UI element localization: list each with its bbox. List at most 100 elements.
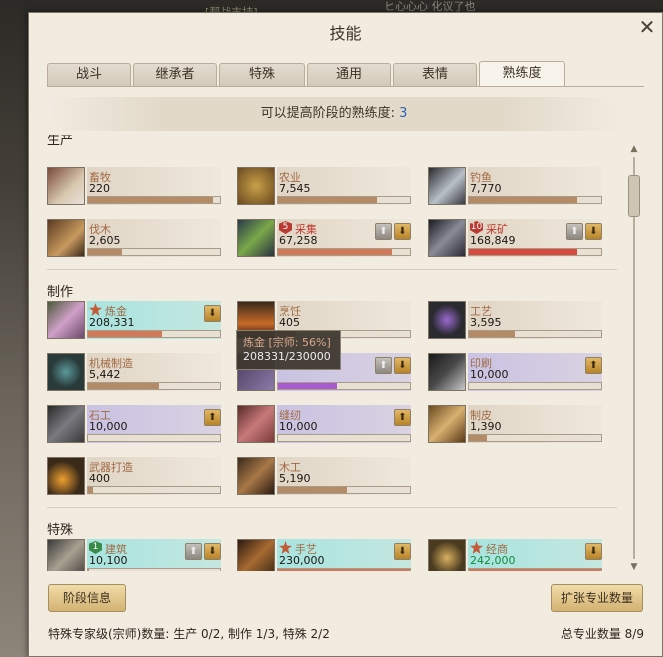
up-arrow-button[interactable]: ⬆ [394, 409, 411, 426]
down-arrow-button[interactable]: ⬇ [585, 223, 602, 240]
skill-animal-husbandry[interactable]: 畜牧 220 [47, 167, 223, 207]
woodwork-icon [237, 457, 275, 495]
skill-alchemy[interactable]: 炼金 208,331 ⬇ [47, 301, 223, 341]
skill-value: 7,770 [470, 182, 502, 195]
skill-value: 3,595 [470, 316, 502, 329]
potion-icon [47, 301, 85, 339]
skill-progress-bar [277, 248, 411, 256]
scroll-up-icon[interactable]: ▲ [627, 143, 641, 155]
skill-machining[interactable]: 机械制造 5,442 [47, 353, 223, 393]
tab-general[interactable]: 通用 [307, 63, 391, 86]
tooltip-title: 炼金 [宗师: 56%] [243, 336, 331, 349]
gear-icon [47, 353, 85, 391]
skill-progress-bar [87, 434, 221, 442]
fish-icon [428, 167, 466, 205]
amulet-icon [428, 301, 466, 339]
forge-icon [47, 457, 85, 495]
skill-value: 168,849 [470, 234, 516, 247]
skill-progress-bar [277, 568, 411, 571]
pickaxe-icon [428, 219, 466, 257]
skill-progress-bar [468, 434, 602, 442]
lock-icon[interactable]: ⬆ [566, 223, 583, 240]
instrument-icon [237, 539, 275, 571]
skill-value: 220 [89, 182, 110, 195]
levelup-banner: 可以提高阶段的熟练度: 3 [49, 97, 619, 131]
skill-masonry[interactable]: 石工 10,000 ⬆ [47, 405, 223, 445]
tab-combat[interactable]: 战斗 [47, 63, 131, 86]
skill-progress-bar [468, 382, 602, 390]
skill-progress-bar [468, 568, 602, 571]
skill-progress-bar [277, 486, 411, 494]
scrollbar[interactable]: ▲ ▼ [627, 143, 641, 573]
expert-count-text: 特殊专家级(宗师)数量: 生产 0/2, 制作 1/3, 特殊 2/2 [48, 627, 330, 641]
skill-carpentry[interactable]: 木工 5,190 [237, 457, 413, 497]
down-arrow-button[interactable]: ⬇ [585, 543, 602, 560]
building-icon [47, 539, 85, 571]
book-icon [428, 353, 466, 391]
levelup-label: 可以提高阶段的熟练度: [260, 106, 395, 121]
tab-successor[interactable]: 继承者 [133, 63, 217, 86]
scroll-thumb[interactable] [628, 175, 640, 217]
skill-value: 5,190 [279, 472, 311, 485]
tab-emote[interactable]: 表情 [393, 63, 477, 86]
leather-icon [428, 405, 466, 443]
livestock-icon [47, 167, 85, 205]
section-divider [47, 269, 617, 270]
anvil-icon [47, 405, 85, 443]
skill-progress-bar [468, 248, 602, 256]
fabric-icon [237, 405, 275, 443]
skill-commerce[interactable]: 经商 242,000 ⬇ [428, 539, 604, 571]
up-arrow-button[interactable]: ⬆ [585, 357, 602, 374]
down-arrow-button[interactable]: ⬇ [394, 357, 411, 374]
skill-weaponsmith[interactable]: 武器打造 400 [47, 457, 223, 497]
lock-icon[interactable]: ⬆ [375, 357, 392, 374]
skill-progress-bar [277, 434, 411, 442]
skill-progress-bar [87, 568, 221, 571]
skill-progress-bar [277, 196, 411, 204]
tab-special[interactable]: 特殊 [219, 63, 305, 86]
levelup-count: 3 [399, 106, 408, 121]
tab-proficiency[interactable]: 熟练度 [479, 61, 565, 86]
down-arrow-button[interactable]: ⬇ [394, 543, 411, 560]
skill-tailoring[interactable]: 缝纫 10,000 ⬆ [237, 405, 413, 445]
lock-icon[interactable]: ⬆ [375, 223, 392, 240]
skill-artistry[interactable]: 手艺 230,000 ⬇ [237, 539, 413, 571]
close-icon[interactable]: ✕ [636, 17, 658, 39]
farming-basket-icon [237, 167, 275, 205]
skill-progress-bar [468, 196, 602, 204]
skill-progress-bar [277, 382, 411, 390]
skill-value: 208,331 [89, 316, 135, 329]
up-arrow-button[interactable]: ⬆ [204, 409, 221, 426]
down-arrow-button[interactable]: ⬇ [204, 543, 221, 560]
skill-printing[interactable]: 印刷 10,000 ⬆ [428, 353, 604, 393]
skill-value: 10,000 [279, 420, 318, 433]
lock-icon[interactable]: ⬆ [185, 543, 202, 560]
skill-value: 400 [89, 472, 110, 485]
skill-mining[interactable]: 10 采矿 168,849 ⬆ ⬇ [428, 219, 604, 259]
expand-profession-button[interactable]: 扩张专业数量 [551, 584, 643, 612]
section-title-production: 生产 [47, 135, 74, 148]
down-arrow-button[interactable]: ⬇ [204, 305, 221, 322]
skill-farming[interactable]: 农业 7,545 [237, 167, 413, 207]
skill-construction[interactable]: 1 建筑 10,100 ⬆ ⬇ [47, 539, 223, 571]
skill-handicraft[interactable]: 工艺 3,595 [428, 301, 604, 341]
section-title-crafting: 制作 [47, 285, 74, 300]
skill-value: 7,545 [279, 182, 311, 195]
tab-divider [47, 86, 644, 87]
tab-bar: 战斗 继承者 特殊 通用 表情 熟练度 [47, 61, 567, 87]
skill-progress-bar [87, 248, 221, 256]
skill-leatherwork[interactable]: 制皮 1,390 [428, 405, 604, 445]
section-divider [47, 507, 617, 508]
skill-gathering[interactable]: 5 采集 67,258 ⬆ ⬇ [237, 219, 413, 259]
skill-progress-bar [87, 196, 221, 204]
skill-progress-bar [87, 382, 221, 390]
skill-fishing[interactable]: 钓鱼 7,770 [428, 167, 604, 207]
skill-progress-bar [468, 330, 602, 338]
scroll-track[interactable] [633, 157, 635, 559]
skill-tooltip: 炼金 [宗师: 56%] 208331/230000 [236, 330, 341, 370]
herb-icon [237, 219, 275, 257]
stage-info-button[interactable]: 阶段信息 [48, 584, 126, 612]
skill-logging[interactable]: 伐木 2,605 [47, 219, 223, 259]
down-arrow-button[interactable]: ⬇ [394, 223, 411, 240]
scroll-down-icon[interactable]: ▼ [627, 561, 641, 573]
